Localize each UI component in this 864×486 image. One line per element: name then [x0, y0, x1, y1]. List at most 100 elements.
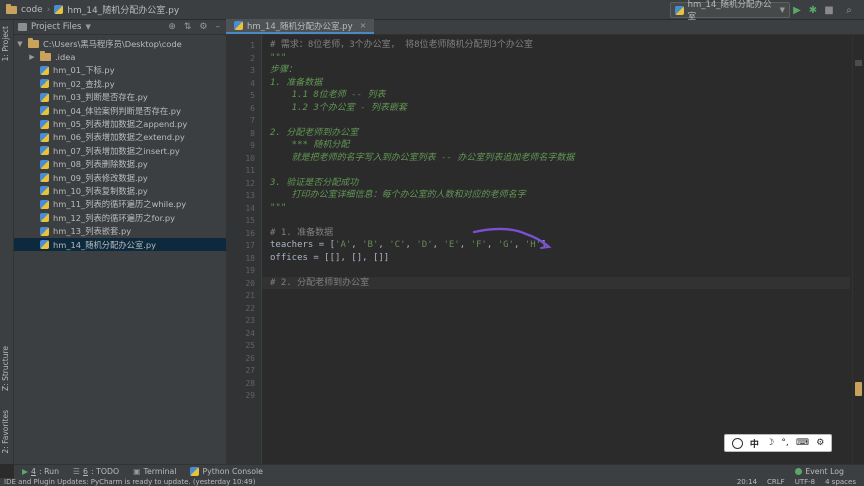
line-number: 28: [245, 378, 255, 388]
ime-keyboard-icon[interactable]: ⌨: [796, 438, 809, 448]
python-file-icon: [234, 21, 243, 30]
tree-file-label: hm_10_列表复制数据.py: [53, 185, 148, 196]
tree-file-item[interactable]: hm_14_随机分配办公室.py: [14, 237, 226, 252]
code-line[interactable]: # 1. 准备数据: [270, 227, 333, 240]
tree-root-label: C:\Users\黑马程序员\Desktop\code: [43, 38, 182, 49]
code-line[interactable]: 1.2 3个办公室 - 列表嵌套: [270, 102, 407, 115]
ime-logo-icon[interactable]: [731, 437, 743, 449]
line-number: 18: [245, 253, 255, 263]
status-bar: IDE and Plugin Updates: PyCharm is ready…: [0, 478, 864, 486]
tree-file-label: hm_05_列表增加数据之append.py: [53, 119, 188, 130]
code-separator: ,: [378, 240, 390, 250]
code-line[interactable]: """: [270, 202, 286, 215]
code-line[interactable]: 就是把老师的名字写入到办公室列表 -- 办公室列表追加老师名字数据: [270, 152, 575, 165]
close-icon[interactable]: ×: [360, 21, 367, 30]
search-icon[interactable]: ⌕: [842, 3, 856, 17]
string-literal: 'B': [362, 240, 379, 250]
tree-file-item[interactable]: hm_05_列表增加数据之append.py: [14, 117, 226, 130]
code-separator: ,: [432, 240, 444, 250]
python-console-tool-button[interactable]: Python Console: [190, 467, 263, 476]
code-line[interactable]: # 2. 分配老师到办公室: [262, 276, 850, 289]
code-editor[interactable]: # 需求：8位老师，3个办公室， 将8位老师随机分配到3个办公室 """ 步骤： 1.…: [262, 35, 850, 464]
code-line[interactable]: """: [270, 52, 286, 65]
event-log-icon: [795, 468, 803, 475]
tree-file-label: hm_07_列表增加数据之insert.py: [53, 145, 180, 156]
run-tool-button[interactable]: ▶ 4: Run: [22, 467, 59, 476]
code-line[interactable]: *** 随机分配: [270, 139, 350, 152]
file-encoding[interactable]: UTF-8: [795, 478, 815, 486]
tree-file-item[interactable]: hm_10_列表复制数据.py: [14, 184, 226, 197]
line-number-gutter: 1 2 3 4 5 6 7 8 9 10 11 12 13 14 15 16 17 18 19 20 21 22 23 24 2…: [226, 35, 262, 464]
status-message[interactable]: IDE and Plugin Updates: PyCharm is ready…: [4, 478, 255, 486]
structure-tool-tab[interactable]: Z: Structure: [1, 346, 10, 391]
gear-icon[interactable]: ⚙: [199, 22, 207, 32]
code-line[interactable]: # 需求：8位老师，3个办公室， 将8位老师随机分配到3个办公室: [270, 39, 533, 52]
event-log-button[interactable]: Event Log: [795, 467, 844, 476]
tree-file-item[interactable]: hm_08_列表删除数据.py: [14, 158, 226, 171]
ime-mode-toggle[interactable]: 中: [750, 437, 759, 450]
hide-icon[interactable]: –: [216, 22, 221, 32]
run-configuration-dropdown[interactable]: hm_14_随机分配办公室 ▼: [670, 0, 790, 22]
todo-tool-button[interactable]: ☰ 6: TODO: [73, 467, 119, 476]
tree-file-item[interactable]: hm_09_列表修改数据.py: [14, 171, 226, 184]
collapse-all-icon[interactable]: ⇅: [184, 22, 192, 32]
caret-position[interactable]: 20:14: [737, 478, 757, 486]
editor-scrollbar[interactable]: [852, 35, 864, 464]
line-number: 9: [250, 141, 255, 150]
python-file-icon: [40, 186, 49, 196]
code-line[interactable]: 3. 验证是否分配成功: [270, 177, 358, 190]
indent-setting[interactable]: 4 spaces: [825, 478, 856, 486]
code-token: teachers = [: [270, 240, 336, 250]
project-view-selector[interactable]: Project Files: [31, 22, 81, 32]
tree-folder[interactable]: ▶ .idea: [14, 50, 226, 63]
scroll-warning-marker[interactable]: [855, 382, 862, 396]
chevron-right-icon[interactable]: ▶: [28, 53, 36, 61]
tree-file-item[interactable]: hm_07_列表增加数据之insert.py: [14, 144, 226, 157]
ime-settings-icon[interactable]: ⚙: [816, 438, 824, 448]
tree-folder-label: .idea: [55, 52, 76, 63]
tree-file-item[interactable]: hm_12_列表的循环遍历之for.py: [14, 211, 226, 224]
project-tool-tab[interactable]: 1: Project: [1, 26, 10, 61]
tree-file-item[interactable]: hm_04_体验案例判断是否存在.py: [14, 104, 226, 117]
code-line[interactable]: 1. 准备数据: [270, 77, 322, 90]
debug-icon[interactable]: ✱: [806, 3, 820, 17]
python-file-icon: [40, 92, 49, 102]
tree-file-item[interactable]: hm_02_查找.py: [14, 77, 226, 90]
breadcrumb-file[interactable]: hm_14_随机分配办公室.py: [67, 3, 179, 16]
run-icon[interactable]: ▶: [790, 3, 804, 17]
tree-file-item[interactable]: hm_06_列表增加数据之extend.py: [14, 131, 226, 144]
run-tool-key: 4: [31, 467, 36, 476]
line-separator[interactable]: CRLF: [767, 478, 785, 486]
ime-punctuation-icon[interactable]: °,: [781, 438, 788, 448]
tree-file-item[interactable]: hm_13_列表嵌套.py: [14, 224, 226, 237]
editor-tab-active[interactable]: hm_14_随机分配办公室.py ×: [226, 19, 375, 34]
tree-root[interactable]: ▼ C:\Users\黑马程序员\Desktop\code: [14, 37, 226, 50]
line-number: 3: [250, 66, 255, 75]
code-line[interactable]: 打印办公室详细信息：每个办公室的人数和对应的老师名字: [270, 189, 526, 202]
terminal-tool-button[interactable]: ▣ Terminal: [133, 467, 176, 476]
stop-icon[interactable]: ■: [822, 3, 836, 17]
breadcrumb-project[interactable]: code: [21, 5, 43, 15]
tree-file-label: hm_01_下标.py: [53, 65, 115, 76]
code-line[interactable]: offices = [[], [], []]: [270, 252, 389, 265]
chevron-down-icon[interactable]: ▼: [16, 40, 24, 48]
favorites-tool-tab[interactable]: 2: Favorites: [1, 410, 10, 454]
tree-file-item[interactable]: hm_11_列表的循环遍历之while.py: [14, 198, 226, 211]
chevron-down-icon[interactable]: ▼: [85, 23, 90, 31]
tree-file-item[interactable]: hm_01_下标.py: [14, 64, 226, 77]
code-line[interactable]: teachers = ['A', 'B', 'C', 'D', 'E', 'F'…: [270, 239, 546, 252]
chevron-right-icon: ›: [46, 4, 51, 15]
tree-file-item[interactable]: hm_03_判断是否存在.py: [14, 91, 226, 104]
code-token: ]: [541, 240, 547, 250]
ime-half-width-icon[interactable]: ☽: [766, 438, 774, 448]
ime-toolbar[interactable]: 中 ☽ °, ⌨ ⚙: [724, 434, 832, 452]
code-line[interactable]: 1.1 8位老师 -- 列表: [270, 89, 386, 102]
editor-tab-bar: hm_14_随机分配办公室.py ×: [226, 19, 864, 35]
code-line[interactable]: 2. 分配老师到办公室: [270, 127, 358, 140]
code-separator: ,: [405, 240, 417, 250]
code-separator: ,: [351, 240, 363, 250]
code-line[interactable]: 步骤：: [270, 64, 297, 77]
line-number: 19: [245, 266, 255, 275]
line-number: 4: [250, 78, 255, 88]
locate-icon[interactable]: ⊕: [168, 22, 176, 32]
